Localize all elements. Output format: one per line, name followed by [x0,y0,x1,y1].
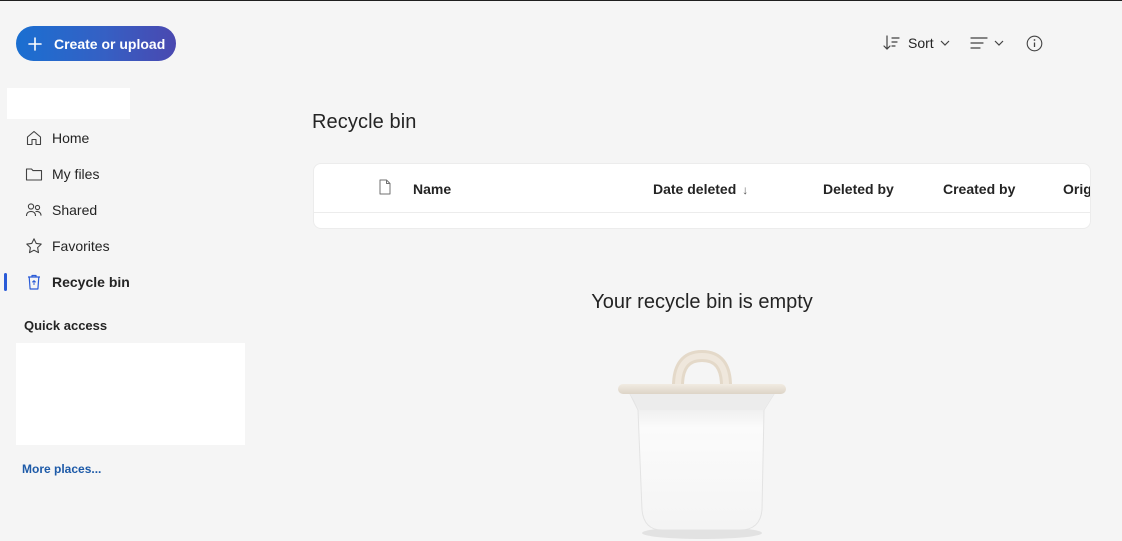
create-or-upload-button[interactable]: Create or upload [16,26,176,61]
empty-state-message: Your recycle bin is empty [591,291,813,313]
column-header-deleted-by[interactable]: Deleted by [823,181,894,197]
sidebar-item-recycle-bin[interactable]: Recycle bin [0,264,260,300]
folder-icon [25,165,43,183]
empty-recycle-bin-illustration [618,350,786,539]
column-header-label: Date deleted [653,181,737,197]
sidebar-item-label: Favorites [52,238,110,254]
sort-label: Sort [908,35,934,51]
sidebar-item-my-files[interactable]: My files [0,156,260,192]
sidebar-item-shared[interactable]: Shared [0,192,260,228]
chevron-down-icon [994,40,1004,46]
sidebar-item-label: Recycle bin [52,274,130,290]
info-icon [1026,35,1043,51]
recycle-bin-icon [25,273,43,291]
column-header-name[interactable]: Name [413,181,451,197]
view-options-button[interactable] [970,35,1004,51]
people-icon [25,201,43,219]
chevron-down-icon [940,40,950,46]
column-header-original-location[interactable]: Orig [1063,181,1090,197]
files-table: Name Date deleted ↓ Deleted by Created by… [313,163,1091,229]
file-type-icon[interactable] [378,179,392,198]
column-header-created-by[interactable]: Created by [943,181,1015,197]
details-pane-button[interactable] [1026,35,1043,52]
list-view-icon [970,37,988,49]
sidebar-item-home[interactable]: Home [0,120,260,156]
more-places-link[interactable]: More places... [22,462,101,476]
sidebar-item-label: My files [52,166,100,182]
home-icon [25,129,43,147]
quick-access-panel [16,343,245,445]
sort-descending-icon: ↓ [742,183,749,197]
page-title: Recycle bin [312,111,417,133]
star-icon [25,237,43,255]
table-header-row: Name Date deleted ↓ Deleted by Created by… [314,164,1090,213]
sort-icon [883,35,900,50]
sidebar-nav: Home My files Shared Favorites Recycle b… [0,120,260,300]
sort-button[interactable]: Sort [882,34,950,52]
sidebar-item-label: Home [52,130,90,146]
sidebar-item-label: Shared [52,202,98,218]
toolbar: Sort [880,32,1043,54]
window-top-border [0,0,1122,1]
sidebar-item-favorites[interactable]: Favorites [0,228,260,264]
account-placeholder [7,88,130,119]
column-header-date-deleted[interactable]: Date deleted ↓ [653,181,748,197]
create-or-upload-label: Create or upload [54,35,166,52]
quick-access-heading: Quick access [24,318,108,333]
plus-icon [28,36,42,51]
